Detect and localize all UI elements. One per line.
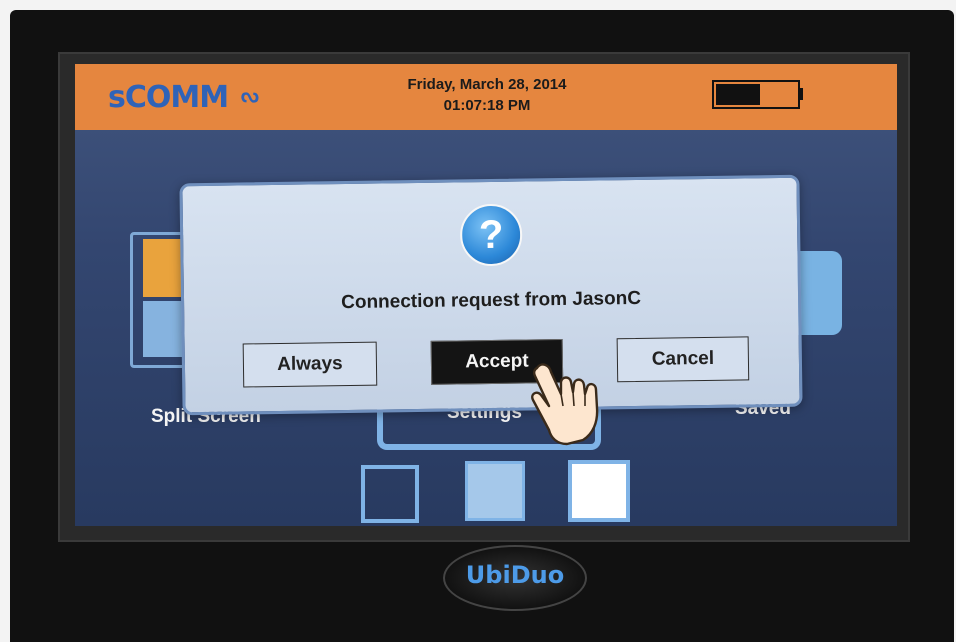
theme-swatch-dark[interactable] bbox=[361, 465, 419, 523]
status-bar: sCOMM ᔓ Friday, March 28, 2014 01:07:18 … bbox=[75, 64, 897, 130]
connection-request-dialog: ? Connection request from JasonC Always … bbox=[179, 174, 803, 416]
battery-tip bbox=[798, 88, 803, 100]
ubiduo-badge: UbiDuo bbox=[443, 545, 587, 611]
logo-swirl-icon: ᔓ bbox=[241, 85, 259, 107]
device-screen: sCOMM ᔓ Friday, March 28, 2014 01:07:18 … bbox=[75, 64, 897, 526]
date-time: Friday, March 28, 2014 01:07:18 PM bbox=[357, 74, 617, 116]
date-text: Friday, March 28, 2014 bbox=[407, 76, 567, 93]
theme-swatch-white[interactable] bbox=[568, 460, 630, 522]
time-text: 01:07:18 PM bbox=[443, 97, 531, 114]
split-screen-bottom-tile bbox=[143, 301, 183, 357]
app-logo: sCOMM bbox=[108, 80, 229, 115]
cancel-button[interactable]: Cancel bbox=[616, 336, 750, 383]
question-icon: ? bbox=[459, 203, 523, 267]
always-button[interactable]: Always bbox=[242, 341, 378, 388]
battery-icon bbox=[712, 80, 800, 109]
battery-level bbox=[716, 84, 760, 105]
split-screen-top-tile bbox=[143, 239, 183, 297]
theme-swatch-light-blue[interactable] bbox=[465, 461, 525, 521]
dialog-message: Connection request from JasonC bbox=[341, 287, 642, 314]
ubiduo-logo: UbiDuo bbox=[465, 561, 565, 589]
hand-pointer-icon bbox=[531, 363, 599, 446]
